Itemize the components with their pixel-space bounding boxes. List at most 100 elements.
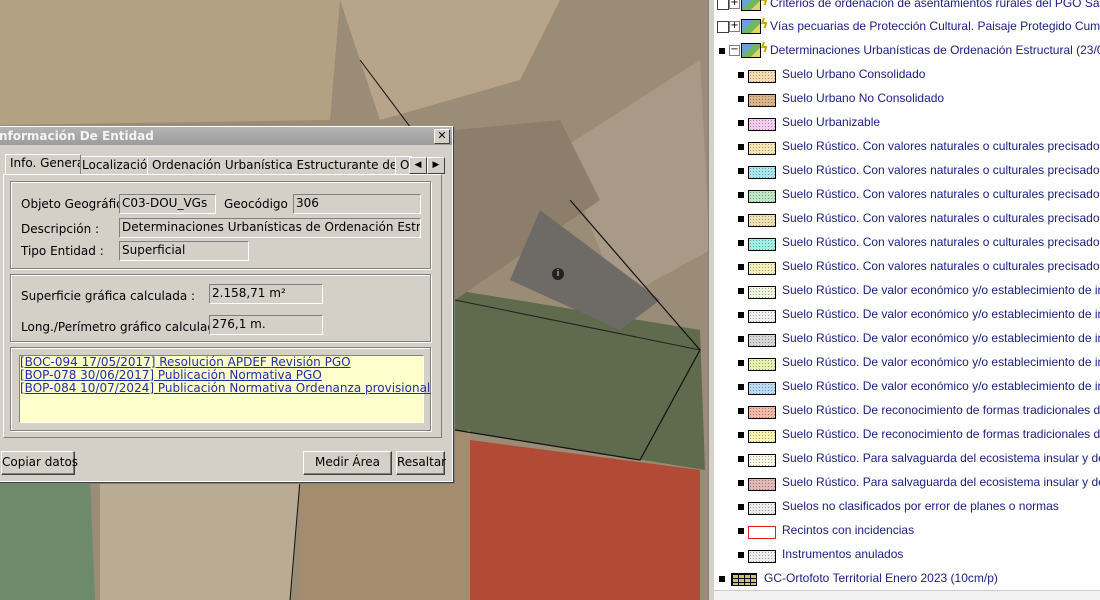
measures-group: Superficie gráfica calculada : 2.158,71 … [10,274,431,342]
window-titlebar[interactable]: nformación De Entidad ✕ [0,127,452,145]
legend-swatch [748,118,776,131]
links-box: [BOC-094 17/05/2017] Resolución APDEF Re… [19,355,430,423]
legend-item-label: Suelo Urbano No Consolidado [782,91,945,105]
legend-item[interactable]: Suelo Rústico. Con valores naturales o c… [714,136,1100,158]
legend-item[interactable]: Suelo Rústico. De valor económico y/o es… [714,304,1100,326]
medir-area-button[interactable]: Medir Área [303,451,392,475]
visible-bullet-icon [738,360,744,366]
legend-item-label: Suelo Rústico. Con valores naturales o c… [782,187,1100,201]
visible-bullet-icon [719,576,725,582]
legend-item-label: Suelo Rústico. Con valores naturales o c… [782,211,1100,225]
legend-item[interactable]: Recintos con incidencias [714,520,1100,542]
vector-layer-icon [741,0,761,11]
geocodigo-label: Geocódigo : [224,197,296,211]
superficie-label: Superficie gráfica calculada : [21,289,196,303]
legend-item[interactable]: Suelo Rústico. De valor económico y/o es… [714,376,1100,398]
visible-bullet-icon [719,48,725,54]
legend-swatch [748,286,776,299]
legend-item[interactable]: Instrumentos anulados [714,544,1100,566]
legend-swatch [748,94,776,107]
legend-swatch [748,238,776,251]
legend-swatch [748,214,776,227]
legend-item[interactable]: Suelos no clasificados por error de plan… [714,496,1100,518]
layer-group-ortofoto[interactable]: GC-Ortofoto Territorial Enero 2023 (10cm… [714,568,1100,590]
tab-info-general[interactable]: Info. General [5,154,81,174]
lightning-icon: ϟ [760,41,769,56]
resaltar-button[interactable]: Resaltar [396,451,446,475]
layer-group-criterios[interactable]: + ϟ Criterios de ordenación de asentamie… [714,0,1100,15]
legend-item[interactable]: Suelo Rústico. Con valores naturales o c… [714,208,1100,230]
layer-checkbox[interactable] [717,21,729,33]
legend-item-label: Suelo Rústico. Para salvaguarda del ecos… [782,475,1100,489]
legend-swatch [748,310,776,323]
legend-item-label: Instrumentos anulados [782,547,904,561]
tab-strip: Info. General Localización Ordenación Ur… [3,154,449,174]
visible-bullet-icon [738,96,744,102]
legend-item[interactable]: Suelo Rústico. Con valores naturales o c… [714,232,1100,254]
visible-bullet-icon [738,168,744,174]
tab-scroll-right-icon[interactable]: ▶ [427,157,445,174]
legend-item[interactable]: Suelo Rústico. De reconocimiento de form… [714,424,1100,446]
legend-swatch [748,190,776,203]
legend-item-label: Suelo Rústico. De reconocimiento de form… [782,403,1100,417]
tipo-entidad-field: Superficial [119,241,249,261]
legend-item[interactable]: Suelo Rústico. Para salvaguarda del ecos… [714,448,1100,470]
legend-item-label: Suelo Rústico. De reconocimiento de form… [782,427,1100,441]
visible-bullet-icon [738,456,744,462]
collapse-icon[interactable]: − [729,45,740,56]
expand-icon[interactable]: + [729,21,740,32]
legend-item-label: Suelo Rústico. Con valores naturales o c… [782,259,1100,273]
legend-swatch [748,478,776,491]
legend-item[interactable]: Suelo Rústico. De valor económico y/o es… [714,280,1100,302]
legend-item-label: Suelo Rústico. De valor económico y/o es… [782,283,1100,297]
expand-icon[interactable]: + [729,0,740,9]
tipo-entidad-label: Tipo Entidad : [21,244,104,258]
links-group: [BOC-094 17/05/2017] Resolución APDEF Re… [10,347,431,431]
layer-group-determinaciones[interactable]: − ϟ Determinaciones Urbanísticas de Orde… [714,40,1100,62]
visible-bullet-icon [738,528,744,534]
visible-bullet-icon [738,432,744,438]
layer-group-label: Vías pecuarias de Protección Cultural. P… [770,19,1100,33]
visible-bullet-icon [738,120,744,126]
close-button[interactable]: ✕ [434,129,450,144]
legend-item-label: Suelo Rústico. De valor económico y/o es… [782,379,1100,393]
descripcion-label: Descripción : [21,222,100,236]
legend-swatch [748,406,776,419]
legend-item[interactable]: Suelo Rústico. Con valores naturales o c… [714,256,1100,278]
visible-bullet-icon [738,552,744,558]
descripcion-field: Determinaciones Urbanísticas de Ordenaci… [119,218,421,238]
visible-bullet-icon [738,264,744,270]
legend-swatch [748,142,776,155]
legend-item-label: Suelo Rústico. Con valores naturales o c… [782,235,1100,249]
link-bop-084[interactable]: [BOP-084 10/07/2024] Publicación Normati… [20,382,430,395]
visible-bullet-icon [738,384,744,390]
tab-ordenacion-urbanistica[interactable]: Ordenación Urbanística Estructurante del… [147,156,398,174]
geocodigo-field: 306 [293,194,421,214]
legend-item[interactable]: Suelo Rústico. De valor económico y/o es… [714,352,1100,374]
legend-item[interactable]: Suelo Rústico. Con valores naturales o c… [714,184,1100,206]
copiar-datos-button[interactable]: Copiar datos [1,451,78,475]
tab-scroll-left-icon[interactable]: ◀ [409,157,427,174]
superficie-field: 2.158,71 m² [209,284,323,304]
perimetro-label: Long./Perímetro gráfico calculado : [21,320,231,334]
legend-item-label: Suelo Rústico. De valor económico y/o es… [782,307,1100,321]
legend-item[interactable]: Suelo Urbanizable [714,112,1100,134]
legend-item[interactable]: Suelo Rústico. De valor económico y/o es… [714,328,1100,350]
legend-item-label: Suelo Rústico. Para salvaguarda del ecos… [782,451,1100,465]
legend-item[interactable]: Suelo Urbano No Consolidado [714,88,1100,110]
layer-group-vias-pecuarias[interactable]: + ϟ Vías pecuarias de Protección Cultura… [714,16,1100,38]
tab-localizacion[interactable]: Localización [77,156,150,174]
legend-item[interactable]: Suelo Rústico. Para salvaguarda del ecos… [714,472,1100,494]
legend-item-label: Suelo Urbano Consolidado [782,67,926,81]
visible-bullet-icon [738,216,744,222]
tab-panel-info-general: Objeto Geográfico : C03-DOU_VGs Geocódig… [3,174,442,438]
window-title: nformación De Entidad [0,129,154,143]
legend-item[interactable]: Suelo Rústico. Con valores naturales o c… [714,160,1100,182]
legend-item[interactable]: Suelo Rústico. De reconocimiento de form… [714,400,1100,422]
layer-checkbox[interactable] [717,0,729,10]
legend-swatch [748,526,776,539]
visible-bullet-icon [738,240,744,246]
legend-swatch [748,70,776,83]
legend-item[interactable]: Suelo Urbano Consolidado [714,64,1100,86]
legend-item-label: Recintos con incidencias [782,523,915,537]
